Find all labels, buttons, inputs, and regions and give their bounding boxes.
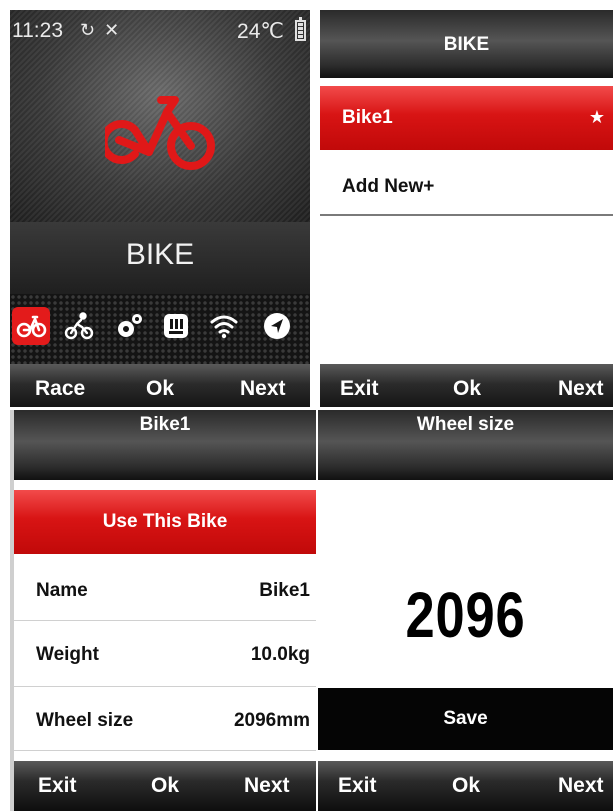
row-label: Wheel size [36, 710, 134, 731]
star-icon: ★ [588, 107, 605, 127]
row-value: 2096mm [233, 710, 310, 731]
header-bar: BIKE [320, 10, 613, 78]
next-button[interactable]: Next [558, 761, 604, 811]
battery-icon [295, 17, 306, 41]
divider [14, 686, 316, 687]
header-bar: Wheel size [318, 410, 613, 480]
use-this-bike-button[interactable]: Use This Bike [14, 490, 316, 554]
header-bar: Bike1 [14, 410, 316, 480]
status-time: 11:23 [12, 19, 63, 42]
list-item-bike1[interactable]: Bike1 ★ [320, 86, 613, 150]
softkey-bar: Exit Ok Next [14, 761, 316, 811]
wheel-size-screen: Wheel size 2096 Save Exit Ok Next [318, 410, 613, 811]
bike-list-screen: BIKE Bike1 ★ Add New+ Exit Ok Next [320, 10, 613, 407]
header-title: Wheel size [416, 414, 515, 435]
bike-mode-icon[interactable] [12, 307, 50, 345]
row-name[interactable]: Name Bike1 [14, 556, 316, 620]
cycling-icon[interactable] [60, 307, 98, 345]
row-weight[interactable]: Weight 10.0kg [14, 622, 316, 686]
divider [320, 214, 613, 216]
next-button[interactable]: Next [244, 761, 290, 811]
list-item-label: Bike1 [342, 107, 393, 128]
row-label: Weight [36, 644, 99, 665]
ok-button[interactable]: Ok [146, 364, 174, 407]
divider [14, 750, 316, 751]
data-icon[interactable] [157, 307, 195, 345]
exit-button[interactable]: Exit [340, 364, 379, 407]
list-item-add-new[interactable]: Add New+ [320, 150, 613, 214]
wifi-icon[interactable] [205, 307, 243, 345]
bike-detail-screen: Bike1 Use This Bike Name Bike1 Weight 10… [10, 410, 316, 811]
next-button[interactable]: Next [240, 364, 286, 407]
ok-button[interactable]: Ok [453, 364, 481, 407]
row-value: Bike1 [259, 580, 310, 601]
header-title: BIKE [443, 34, 490, 55]
ok-button[interactable]: Ok [151, 761, 179, 811]
header-title: Bike1 [139, 414, 191, 435]
use-this-bike-label: Use This Bike [102, 511, 228, 532]
wheel-size-value[interactable]: 2096 [345, 578, 587, 652]
softkey-bar: Exit Ok Next [318, 761, 613, 811]
row-wheel-size[interactable]: Wheel size 2096mm [14, 688, 316, 750]
navigation-icon[interactable] [258, 307, 296, 345]
next-button[interactable]: Next [558, 364, 604, 407]
ok-button[interactable]: Ok [452, 761, 480, 811]
status-bar: 11:23 ↻ ✕ 24℃ [10, 10, 310, 50]
softkey-bar: Race Ok Next [10, 364, 310, 407]
bike-icon [105, 96, 215, 170]
softkey-bar: Exit Ok Next [320, 364, 613, 407]
row-label: Name [36, 580, 88, 601]
race-button[interactable]: Race [35, 364, 85, 407]
divider [14, 620, 316, 621]
settings-icon[interactable] [110, 307, 148, 345]
row-value: 10.0kg [250, 644, 310, 665]
home-screen: 11:23 ↻ ✕ 24℃ BIKE Race Ok Next [10, 10, 310, 407]
save-button[interactable]: Save [318, 688, 613, 750]
exit-button[interactable]: Exit [38, 761, 77, 811]
gps-status-icon: ↻ ✕ [80, 20, 122, 40]
status-temperature: 24℃ [237, 20, 284, 43]
page-title: BIKE [125, 238, 195, 271]
save-label: Save [443, 708, 488, 729]
exit-button[interactable]: Exit [338, 761, 377, 811]
list-item-label: Add New+ [342, 176, 435, 197]
